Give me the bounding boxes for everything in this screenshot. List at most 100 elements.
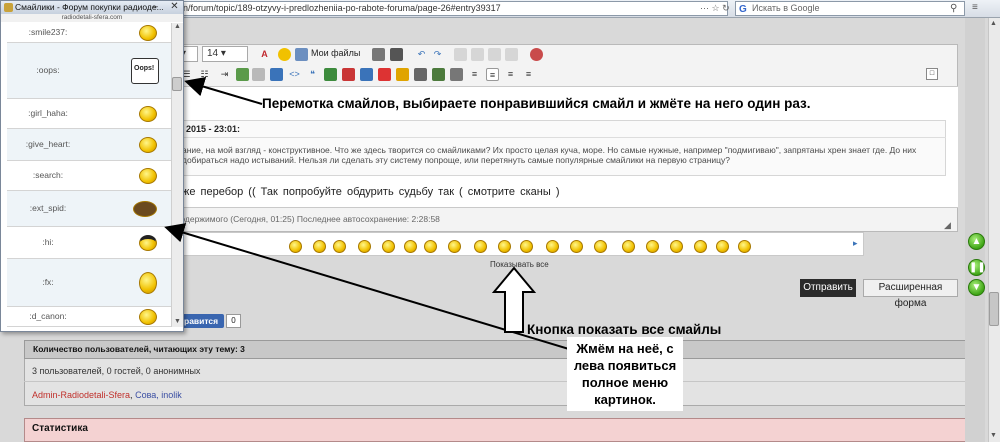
emoticon-icon[interactable] xyxy=(278,48,291,61)
menu-icon[interactable]: ≡ xyxy=(972,2,978,13)
address-bar[interactable]: n/forum/topic/189-otzyvy-i-predlozheniia… xyxy=(168,1,728,16)
page-scrollbar[interactable] xyxy=(988,18,1000,442)
warning-icon[interactable] xyxy=(396,68,409,81)
scroll-up-icon[interactable]: ▲ xyxy=(174,23,181,30)
online-users-header: Количество пользователей, читающих эту т… xyxy=(24,340,966,359)
smiley-icon[interactable] xyxy=(670,240,683,253)
smiley-icon[interactable] xyxy=(738,240,751,253)
show-all-smileys-link[interactable]: Показывать все xyxy=(490,260,549,269)
accordion-smiley-icon[interactable] xyxy=(139,272,157,294)
resize-grip-icon[interactable]: ◢ xyxy=(944,220,951,231)
send-button[interactable]: Отправить xyxy=(800,279,856,297)
my-files-icon[interactable] xyxy=(295,48,308,61)
hat-smiley-icon[interactable] xyxy=(139,235,157,251)
search-icon[interactable]: ⚲ xyxy=(950,2,957,15)
cut-icon[interactable] xyxy=(454,48,467,61)
cannon-smiley-icon[interactable] xyxy=(139,309,157,325)
smiley-list-item[interactable]: :fx: xyxy=(7,259,171,307)
code-icon[interactable]: <> xyxy=(288,68,301,81)
smiley-icon[interactable] xyxy=(594,240,607,253)
smiley-list-item[interactable]: :hi: xyxy=(7,227,171,259)
hr-icon[interactable] xyxy=(432,68,445,81)
remove-format-icon[interactable] xyxy=(530,48,543,61)
search-box[interactable]: G Искать в Google ⚲ xyxy=(735,1,965,16)
online-users-list: Admin-Radiodetali-Sfera, Сова, inolik xyxy=(32,390,182,400)
font-size-select[interactable]: 14 ▾ xyxy=(202,46,248,62)
align-left-icon[interactable]: ≡ xyxy=(468,68,481,81)
image-icon[interactable] xyxy=(270,68,283,81)
align-right-icon[interactable]: ≡ xyxy=(504,68,517,81)
address-bar-icons[interactable]: ⋯ ☆ ↻ xyxy=(700,3,730,14)
paste-icon[interactable] xyxy=(488,48,501,61)
youtube-icon[interactable] xyxy=(378,68,391,81)
advanced-form-button[interactable]: Расширенная форма xyxy=(863,279,958,309)
align-justify-icon[interactable]: ≡ xyxy=(522,68,535,81)
oops-sign-icon[interactable]: Oops! xyxy=(131,58,159,84)
special-char-icon[interactable] xyxy=(450,68,463,81)
my-files-button[interactable]: Мои файлы xyxy=(311,48,360,58)
smiley-icon[interactable] xyxy=(358,240,371,253)
page-scroll-thumb[interactable] xyxy=(989,292,999,326)
unlink-icon[interactable] xyxy=(252,68,265,81)
smiley-icon[interactable] xyxy=(333,240,346,253)
scroll-bottom-icon[interactable]: ▼ xyxy=(968,279,985,296)
smiley-icon[interactable] xyxy=(520,240,533,253)
smiley-icon[interactable] xyxy=(289,240,302,253)
smile-hat-icon[interactable] xyxy=(139,25,157,41)
spoiler-icon[interactable] xyxy=(324,68,337,81)
smiley-list-scrollbar[interactable] xyxy=(171,23,183,327)
source-mode-icon[interactable]: □ xyxy=(926,68,938,80)
strike-icon[interactable] xyxy=(414,68,427,81)
smiley-icon[interactable] xyxy=(424,240,437,253)
smiley-icon[interactable] xyxy=(694,240,707,253)
numbered-list-icon[interactable]: ☷ xyxy=(198,68,211,81)
link-icon[interactable] xyxy=(236,68,249,81)
smiley-list-item[interactable]: :smile237: xyxy=(7,23,171,43)
smiley-icon[interactable] xyxy=(498,240,511,253)
smiley-list-item[interactable]: :search: xyxy=(7,161,171,191)
strip-next-icon[interactable]: ▸ xyxy=(853,238,858,249)
smiley-icon[interactable] xyxy=(570,240,583,253)
undo-icon[interactable]: ↶ xyxy=(415,48,428,61)
align-center-icon[interactable]: ≡ xyxy=(486,68,499,81)
text-color-icon[interactable]: A xyxy=(258,48,271,61)
smiley-icon[interactable] xyxy=(313,240,326,253)
user-links[interactable]: Сова, inolik xyxy=(135,390,182,400)
copy-icon[interactable] xyxy=(471,48,484,61)
spellcheck-icon[interactable] xyxy=(390,48,403,61)
smiley-icon[interactable] xyxy=(382,240,395,253)
smiley-icon[interactable] xyxy=(622,240,635,253)
smiley-icon[interactable] xyxy=(404,240,417,253)
smiley-list-item[interactable]: :oops: Oops! xyxy=(7,43,171,99)
scroll-up-icon[interactable]: ▲ xyxy=(990,20,997,27)
smiley-icon[interactable] xyxy=(546,240,559,253)
close-icon[interactable]: ✕ xyxy=(167,1,182,13)
smiley-icon[interactable] xyxy=(716,240,729,253)
print-icon[interactable] xyxy=(372,48,385,61)
smiley-icon[interactable] xyxy=(448,240,461,253)
smiley-list-item[interactable]: :girl_haha: xyxy=(7,99,171,129)
scroll-top-icon[interactable]: ▲ xyxy=(968,233,985,250)
spider-icon[interactable] xyxy=(133,201,157,217)
smiley-list-item[interactable]: :d_canon: xyxy=(7,307,171,327)
smiley-icon[interactable] xyxy=(474,240,487,253)
minimize-icon[interactable]: – xyxy=(153,1,158,11)
give-heart-icon[interactable] xyxy=(139,137,157,153)
table-icon[interactable] xyxy=(360,68,373,81)
girl-laugh-icon[interactable] xyxy=(139,106,157,122)
scroll-down-icon[interactable]: ▼ xyxy=(990,432,997,439)
smiley-list-item[interactable]: :give_heart: xyxy=(7,129,171,161)
scroll-down-icon[interactable]: ▼ xyxy=(174,318,181,325)
user-link-admin[interactable]: Admin-Radiodetali-Sfera xyxy=(32,390,130,400)
indent-icon[interactable]: ⇥ xyxy=(218,68,231,81)
quote-icon[interactable]: ❝ xyxy=(306,68,319,81)
smiley-list-item[interactable]: :ext_spid: xyxy=(7,191,171,227)
smiley-code: :d_canon: xyxy=(29,311,67,321)
smiley-list-scroll-thumb[interactable] xyxy=(172,77,182,91)
search-smiley-icon[interactable] xyxy=(139,168,157,184)
redo-icon[interactable]: ↷ xyxy=(431,48,444,61)
pause-icon[interactable]: ❚❚ xyxy=(968,259,986,276)
paste-text-icon[interactable] xyxy=(505,48,518,61)
media-icon[interactable] xyxy=(342,68,355,81)
smiley-icon[interactable] xyxy=(646,240,659,253)
